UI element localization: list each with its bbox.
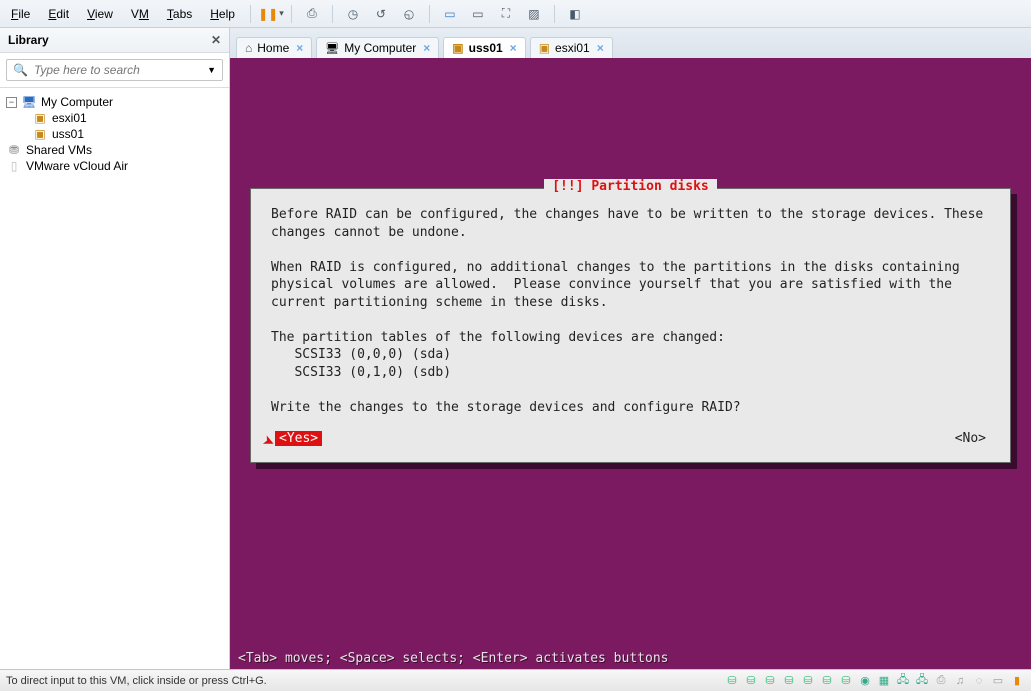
status-message: To direct input to this VM, click inside… <box>6 675 718 687</box>
tree-vm-uss01[interactable]: ▣ uss01 <box>2 126 227 142</box>
tab-bar: Home × My Computer × uss01 × esxi01 × <box>230 28 1031 58</box>
hdd-icon[interactable]: ⛁ <box>724 674 740 688</box>
snapshot-button[interactable]: ◷ <box>341 3 365 25</box>
tab-label: My Computer <box>344 41 416 55</box>
tab-home[interactable]: Home × <box>236 37 312 58</box>
hdd-icon[interactable]: ⛁ <box>762 674 778 688</box>
library-tree: − 🖥 My Computer ▣ esxi01 ▣ uss01 ⛃ Share… <box>0 88 229 180</box>
pause-button[interactable]: ❚❚ <box>259 3 283 25</box>
shared-icon: ⛃ <box>6 143 22 157</box>
tab-label: uss01 <box>469 41 503 55</box>
send-keys-button[interactable]: ⎙ <box>300 3 324 25</box>
tree-vcloud-air[interactable]: ▯ VMware vCloud Air <box>2 158 227 174</box>
close-icon[interactable]: × <box>296 41 303 55</box>
tab-label: Home <box>257 41 289 55</box>
yes-button[interactable]: <Yes> <box>275 431 322 446</box>
close-icon[interactable]: × <box>510 41 517 55</box>
close-icon[interactable]: × <box>423 41 430 55</box>
library-title: Library <box>8 33 211 47</box>
tree-label: Shared VMs <box>26 143 92 157</box>
sound-icon[interactable]: ♫ <box>952 674 968 688</box>
tab-label: esxi01 <box>555 41 590 55</box>
tree-label: My Computer <box>41 95 113 109</box>
tree-label: esxi01 <box>52 111 87 125</box>
status-bar: To direct input to this VM, click inside… <box>0 669 1031 691</box>
tree-shared-vms[interactable]: ⛃ Shared VMs <box>2 142 227 158</box>
cd-icon[interactable]: ◉ <box>857 674 873 688</box>
tab-uss01[interactable]: uss01 × <box>443 37 525 58</box>
menu-vm[interactable]: VM <box>124 4 156 24</box>
menu-tabs[interactable]: Tabs <box>160 4 199 24</box>
close-icon[interactable]: × <box>597 41 604 55</box>
library-sidebar: Library ✕ 🔍 ▼ − 🖥 My Computer ▣ esxi01 ▣… <box>0 28 230 669</box>
hdd-icon[interactable]: ⛁ <box>743 674 759 688</box>
tree-my-computer[interactable]: − 🖥 My Computer <box>2 94 227 110</box>
no-button[interactable]: <No> <box>955 431 986 446</box>
menu-view[interactable]: View <box>80 4 120 24</box>
computer-icon: 🖥 <box>21 95 37 109</box>
view-console-button[interactable]: ▭ <box>438 3 462 25</box>
vm-icon: ▣ <box>32 111 48 125</box>
printer-icon[interactable]: ⎙ <box>933 674 949 688</box>
view-stretch-button[interactable]: ▨ <box>522 3 546 25</box>
tree-label: uss01 <box>52 127 84 141</box>
menu-edit[interactable]: Edit <box>41 4 76 24</box>
dialog-body: Before RAID can be configured, the chang… <box>271 206 990 417</box>
dialog-title: [!!] Partition disks <box>544 179 717 194</box>
vm-icon <box>452 41 463 55</box>
network-icon[interactable]: 🖧 <box>914 674 930 688</box>
revert-snapshot-button[interactable]: ↺ <box>369 3 393 25</box>
partition-dialog: [!!] Partition disks Before RAID can be … <box>250 188 1011 463</box>
dropdown-icon[interactable]: ▼ <box>207 65 216 75</box>
message-icon[interactable]: ▮ <box>1009 674 1025 688</box>
view-thumbnail-button[interactable]: ◧ <box>563 3 587 25</box>
tab-my-computer[interactable]: My Computer × <box>316 37 439 58</box>
hdd-icon[interactable]: ⛁ <box>819 674 835 688</box>
close-icon[interactable]: ✕ <box>211 33 221 47</box>
search-box[interactable]: 🔍 ▼ <box>6 59 223 81</box>
hdd-icon[interactable]: ⛁ <box>800 674 816 688</box>
view-unity-button[interactable]: ▭ <box>466 3 490 25</box>
menu-file[interactable]: File <box>4 4 37 24</box>
usb-icon[interactable]: ◌ <box>971 674 987 688</box>
vm-icon: ▣ <box>32 127 48 141</box>
display-icon[interactable]: ▭ <box>990 674 1006 688</box>
menubar: File Edit View VM Tabs Help ❚❚ ⎙ ◷ ↺ ◵ ▭… <box>0 0 1031 28</box>
tab-esxi01[interactable]: esxi01 × <box>530 37 613 58</box>
menu-help[interactable]: Help <box>203 4 242 24</box>
network-icon[interactable]: 🖧 <box>895 674 911 688</box>
vm-icon <box>539 41 550 55</box>
manage-snapshot-button[interactable]: ◵ <box>397 3 421 25</box>
view-fullscreen-button[interactable]: ⛶ <box>494 3 518 25</box>
installer-hint: <Tab> moves; <Space> selects; <Enter> ac… <box>230 648 1031 669</box>
hdd-icon[interactable]: ⛁ <box>838 674 854 688</box>
collapse-icon[interactable]: − <box>6 97 17 108</box>
hdd-icon[interactable]: ⛁ <box>781 674 797 688</box>
vm-console[interactable]: [!!] Partition disks Before RAID can be … <box>230 58 1031 669</box>
home-icon <box>245 41 252 55</box>
floppy-icon[interactable]: ▦ <box>876 674 892 688</box>
cloud-icon: ▯ <box>6 159 22 173</box>
tree-label: VMware vCloud Air <box>26 159 128 173</box>
search-input[interactable] <box>34 63 201 77</box>
search-icon: 🔍 <box>13 63 28 77</box>
tree-vm-esxi01[interactable]: ▣ esxi01 <box>2 110 227 126</box>
device-status-icons: ⛁ ⛁ ⛁ ⛁ ⛁ ⛁ ⛁ ◉ ▦ 🖧 🖧 ⎙ ♫ ◌ ▭ ▮ <box>724 674 1025 688</box>
computer-icon <box>325 41 339 55</box>
